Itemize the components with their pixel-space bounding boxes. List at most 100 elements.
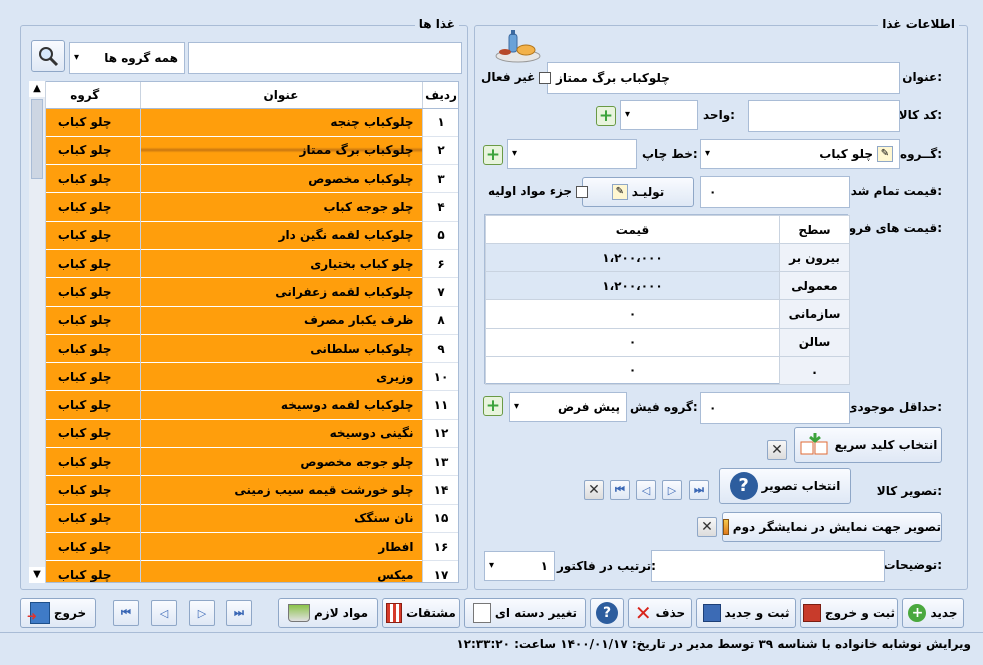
description-input[interactable] xyxy=(651,550,885,582)
row-number-header[interactable]: ردیف xyxy=(422,82,458,109)
image-prev-button[interactable]: ◁ xyxy=(636,480,656,500)
prev-record-button[interactable]: ◁ xyxy=(151,600,177,626)
scroll-thumb[interactable] xyxy=(31,99,43,179)
save-new-button[interactable]: ثبت و جدید xyxy=(696,598,796,628)
food-group-cell[interactable]: چلو کباب xyxy=(30,503,141,533)
min-stock-input[interactable]: ۰ xyxy=(700,392,850,424)
group-header[interactable]: گروه xyxy=(30,82,141,109)
food-title-cell[interactable]: چلوکباب لقمه زعفرانی xyxy=(140,277,423,307)
cost-input[interactable]: ۰ xyxy=(700,176,850,208)
food-title-cell[interactable]: چلوکباب لقمه دوسیخه xyxy=(140,390,423,420)
exit-button[interactable]: خروج ➜ xyxy=(20,598,96,628)
table-row[interactable]: ۱۲ نگینی دوسیخه چلو کباب xyxy=(30,418,458,448)
raw-material-checkbox[interactable]: جزء مواد اولیه xyxy=(488,184,589,198)
food-group-cell[interactable]: چلو کباب xyxy=(30,164,141,193)
table-row[interactable]: ۵ چلوکباب لقمه نگین دار چلو کباب xyxy=(30,220,458,250)
price-row[interactable]: بیرون بر ۱،۲۰۰،۰۰۰ xyxy=(485,242,850,273)
price-table[interactable]: سطح قیمت بیرون بر ۱،۲۰۰،۰۰۰ معمولی ۱،۲۰۰… xyxy=(484,214,850,385)
quick-key-button[interactable]: انتخاب کلید سریع xyxy=(794,427,942,463)
image-first-button[interactable]: ⏮ xyxy=(610,480,630,500)
price-cell[interactable]: ۱،۲۰۰،۰۰۰ xyxy=(485,242,780,273)
price-row[interactable]: سالن ۰ xyxy=(485,327,850,357)
food-group-cell[interactable]: چلو کباب xyxy=(30,560,141,582)
group-select[interactable]: ✎ چلو کباب ▾ xyxy=(700,139,900,169)
add-unit-button[interactable]: + xyxy=(596,106,616,126)
search-button[interactable] xyxy=(31,40,65,72)
food-group-cell[interactable]: چلو کباب xyxy=(30,248,141,278)
food-title-cell[interactable]: چلوکباب مخصوص xyxy=(140,164,423,193)
food-group-cell[interactable]: چلو کباب xyxy=(30,390,141,420)
inactive-checkbox[interactable]: غیر فعال xyxy=(481,70,552,84)
table-row[interactable]: ۲ چلوکباب برگ ممتاز چلو کباب xyxy=(30,135,458,165)
food-title-cell[interactable]: افطار xyxy=(140,531,423,561)
scroll-up-icon[interactable]: ▲ xyxy=(29,81,45,97)
new-button[interactable]: جدید + xyxy=(902,598,964,628)
inactive-check-box[interactable] xyxy=(539,71,552,84)
receipt-group-select[interactable]: پیش فرض ▾ xyxy=(509,392,627,422)
food-title-cell[interactable]: چلو خورشت قیمه سیب زمینی xyxy=(140,475,423,505)
food-group-cell[interactable]: چلو کباب xyxy=(30,277,141,307)
table-row[interactable]: ۱۵ نان سنگک چلو کباب xyxy=(30,503,458,533)
produce-button[interactable]: تولیـد ✎ xyxy=(582,177,694,207)
foods-grid[interactable]: ردیف عنوان گروه ۱ چلوکباب چنجه چلو کباب ۲ چل… xyxy=(29,81,459,583)
table-row[interactable]: ۱۷ میکس چلو کباب xyxy=(30,560,458,582)
price-cell[interactable]: ۰ xyxy=(485,327,780,357)
image-last-button[interactable]: ⏭ xyxy=(689,480,709,500)
print-line-select[interactable]: ▾ xyxy=(507,139,637,169)
table-row[interactable]: ۱ چلوکباب چنجه چلو کباب xyxy=(30,107,458,137)
add-receipt-group-button[interactable]: + xyxy=(483,396,503,416)
food-group-cell[interactable]: چلو کباب xyxy=(30,220,141,250)
table-row[interactable]: ۶ چلو کباب بختیاری چلو کباب xyxy=(30,248,458,278)
food-title-cell[interactable]: چلوکباب سلطانی xyxy=(140,333,423,363)
clear-image-button[interactable]: ✕ xyxy=(584,480,604,500)
search-input[interactable] xyxy=(188,42,462,74)
help-button[interactable]: ? xyxy=(590,598,624,628)
food-title-cell[interactable]: چلوکباب برگ ممتاز xyxy=(140,135,423,165)
price-row[interactable]: سازمانی ۰ xyxy=(485,299,850,329)
food-title-cell[interactable]: چلو کباب بختیاری xyxy=(140,248,423,278)
title-header[interactable]: عنوان xyxy=(140,82,423,109)
last-record-button[interactable]: ⏭ xyxy=(226,600,252,626)
add-print-line-button[interactable]: + xyxy=(483,145,503,165)
food-group-cell[interactable]: چلو کباب xyxy=(30,305,141,335)
table-row[interactable]: ۹ چلوکباب سلطانی چلو کباب xyxy=(30,333,458,363)
save-exit-button[interactable]: ثبت و خروج xyxy=(800,598,898,628)
food-group-cell[interactable]: چلو کباب xyxy=(30,418,141,448)
food-title-cell[interactable]: میکس xyxy=(140,560,423,582)
select-image-button[interactable]: انتخاب تصویر ? xyxy=(719,468,851,504)
edit-icon[interactable]: ✎ xyxy=(877,146,893,162)
table-row[interactable]: ۸ ظرف یکبار مصرف چلو کباب xyxy=(30,305,458,335)
food-group-cell[interactable]: چلو کباب xyxy=(30,447,141,476)
first-record-button[interactable]: ⏮ xyxy=(113,600,139,626)
code-input[interactable] xyxy=(748,100,900,132)
table-row[interactable]: ۱۱ چلوکباب لقمه دوسیخه چلو کباب xyxy=(30,390,458,420)
table-row[interactable]: ۱۳ چلو جوجه مخصوص چلو کباب xyxy=(30,447,458,476)
food-title-cell[interactable]: نان سنگک xyxy=(140,503,423,533)
food-title-cell[interactable]: چلو جوجه کباب xyxy=(140,192,423,222)
food-title-cell[interactable]: ظرف یکبار مصرف xyxy=(140,305,423,335)
food-title-cell[interactable]: چلوکباب چنجه xyxy=(140,107,423,137)
food-title-cell[interactable]: چلوکباب لقمه نگین دار xyxy=(140,220,423,250)
food-title-cell[interactable]: چلو جوجه مخصوص xyxy=(140,447,423,476)
delete-button[interactable]: حذف ✕ xyxy=(628,598,692,628)
price-cell[interactable]: ۰ xyxy=(485,355,780,385)
price-row[interactable]: معمولی ۱،۲۰۰،۰۰۰ xyxy=(485,271,850,301)
second-display-image-button[interactable]: تصویر جهت نمایش در نمایشگر دوم xyxy=(722,512,942,542)
next-record-button[interactable]: ▷ xyxy=(189,600,215,626)
food-group-cell[interactable]: چلو کباب xyxy=(30,362,141,391)
table-row[interactable]: ۱۶ افطار چلو کباب xyxy=(30,531,458,561)
food-group-cell[interactable]: چلو کباب xyxy=(30,107,141,137)
group-filter-select[interactable]: همه گروه ها ▾ xyxy=(69,42,185,74)
table-row[interactable]: ۱۰ وزیری چلو کباب xyxy=(30,362,458,391)
price-row[interactable]: . ۰ xyxy=(485,355,850,385)
raw-material-check-box[interactable] xyxy=(576,185,589,198)
food-title-cell[interactable]: نگینی دوسیخه xyxy=(140,418,423,448)
food-title-cell[interactable]: وزیری xyxy=(140,362,423,391)
table-row[interactable]: ۱۴ چلو خورشت قیمه سیب زمینی چلو کباب xyxy=(30,475,458,505)
derivatives-button[interactable]: مشتقات xyxy=(382,598,460,628)
price-cell[interactable]: ۰ xyxy=(485,299,780,329)
image-next-button[interactable]: ▷ xyxy=(662,480,682,500)
invoice-order-select[interactable]: ۱ ▾ xyxy=(484,551,555,581)
table-row[interactable]: ۷ چلوکباب لقمه زعفرانی چلو کباب xyxy=(30,277,458,307)
batch-change-button[interactable]: تغییر دسته ای xyxy=(464,598,586,628)
